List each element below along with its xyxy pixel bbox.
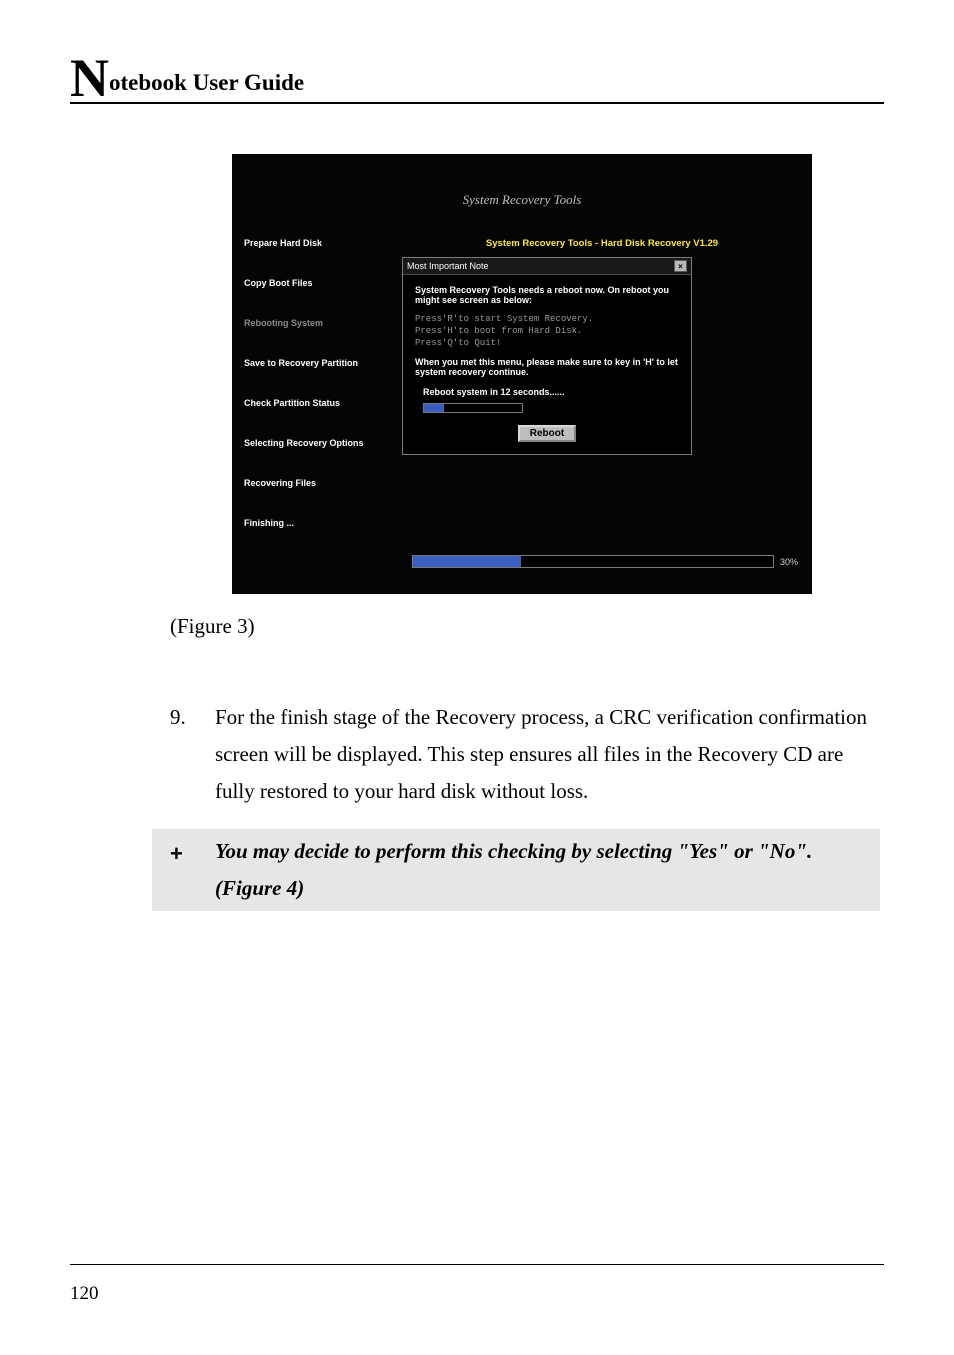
app-title: System Recovery Tools	[232, 154, 812, 208]
figure-screenshot: System Recovery Tools Prepare Hard Disk …	[232, 154, 812, 594]
recovery-main-title: System Recovery Tools - Hard Disk Recove…	[402, 238, 802, 249]
dialog-titlebar: Most Important Note ×	[403, 258, 691, 275]
step-number: 9.	[170, 699, 215, 809]
overall-progress-fill	[413, 556, 521, 567]
dialog-text-1: System Recovery Tools needs a reboot now…	[415, 285, 679, 305]
reboot-dialog: Most Important Note × System Recovery To…	[402, 257, 692, 455]
header-rest: otebook User Guide	[109, 70, 304, 95]
recovery-sidebar: Prepare Hard Disk Copy Boot Files Reboot…	[232, 238, 402, 558]
sidebar-item: Copy Boot Files	[244, 278, 402, 288]
sidebar-item: Save to Recovery Partition	[244, 358, 402, 368]
step-item: 9. For the finish stage of the Recovery …	[170, 699, 874, 809]
dialog-countdown: Reboot system in 12 seconds......	[423, 387, 679, 397]
dialog-console-text: Press'R'to start System Recovery. Press'…	[415, 313, 679, 349]
overall-progress-bar	[412, 555, 774, 568]
header-big-letter: N	[70, 48, 109, 108]
sidebar-item: Recovering Files	[244, 478, 402, 488]
page-number: 120	[70, 1283, 99, 1304]
note-text: You may decide to perform this checking …	[215, 833, 874, 907]
step-text: For the finish stage of the Recovery pro…	[215, 699, 874, 809]
recovery-main: System Recovery Tools - Hard Disk Recove…	[402, 238, 812, 558]
content-area: System Recovery Tools Prepare Hard Disk …	[170, 154, 874, 911]
close-icon[interactable]: ×	[674, 260, 687, 272]
sidebar-item: Selecting Recovery Options	[244, 438, 402, 448]
overall-progress-label: 30%	[780, 557, 798, 567]
page-header: Notebook User Guide	[70, 70, 884, 104]
dialog-progress-bar	[423, 403, 523, 413]
sidebar-item: Check Partition Status	[244, 398, 402, 408]
page-footer: 120	[70, 1264, 884, 1305]
dialog-text-2: When you met this menu, please make sure…	[415, 357, 679, 377]
sidebar-item: Prepare Hard Disk	[244, 238, 402, 248]
sidebar-item: Rebooting System	[244, 318, 402, 328]
overall-progress-wrap: 30%	[412, 555, 798, 568]
reboot-button[interactable]: Reboot	[518, 425, 576, 442]
sidebar-item: Finishing ...	[244, 518, 402, 528]
dialog-progress-fill	[424, 404, 444, 412]
note-icon: +	[170, 833, 215, 907]
dialog-title: Most Important Note	[407, 261, 489, 271]
note-block: + You may decide to perform this checkin…	[152, 829, 880, 911]
figure-caption: (Figure 3)	[170, 614, 874, 639]
